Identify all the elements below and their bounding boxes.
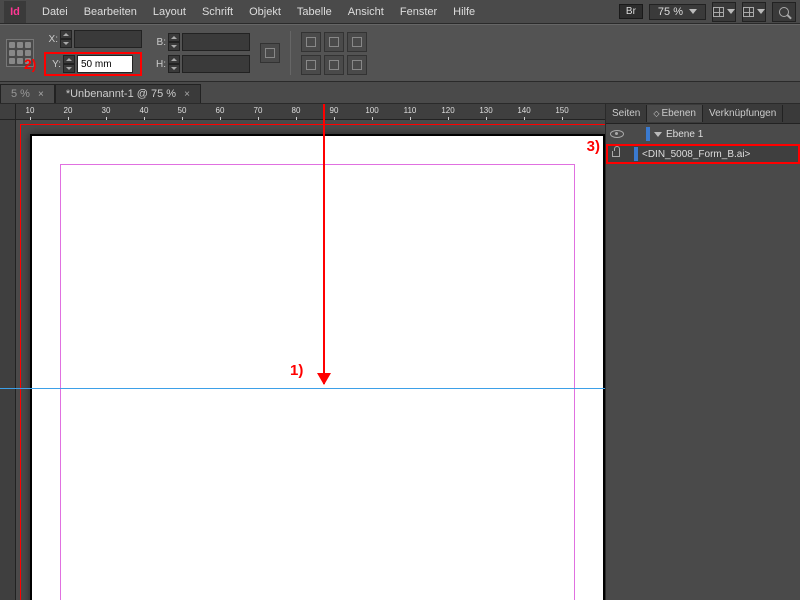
right-panels: Seiten ◇Ebenen Verknüpfungen Ebene 1 <DI… [605,104,800,600]
vertical-ruler[interactable] [0,120,16,600]
menu-hilfe[interactable]: Hilfe [445,6,483,18]
document-tab-bar: 5 % × *Unbenannt-1 @ 75 % × [0,82,800,104]
zoom-value: 75 % [658,6,683,18]
zoom-level[interactable]: 75 % [649,4,706,20]
ruler-tick: 70 [248,106,268,115]
ruler-tick: 60 [210,106,230,115]
grid-icon [743,7,754,17]
menu-objekt[interactable]: Objekt [241,6,289,18]
arrange-button[interactable] [742,2,766,22]
close-icon[interactable]: × [184,89,190,100]
align-icon-3[interactable] [347,32,367,52]
h-input[interactable] [182,55,250,73]
visibility-icon[interactable] [610,130,624,138]
panel-tab-verknuepfungen[interactable]: Verknüpfungen [703,105,783,122]
ruler-tick: 30 [96,106,116,115]
ruler-tick: 20 [58,106,78,115]
panel-tab-ebenen[interactable]: ◇Ebenen [647,105,703,122]
menu-layout[interactable]: Layout [145,6,194,18]
ruler-tick: 130 [476,106,496,115]
screen-mode-button[interactable] [712,2,736,22]
layer-row-child[interactable]: <DIN_5008_Form_B.ai> [606,144,800,164]
app-icon: Id [4,1,26,23]
y-input[interactable] [77,55,133,73]
ruler-origin[interactable] [0,104,16,120]
w-input[interactable] [182,33,250,51]
menu-datei[interactable]: Datei [34,6,76,18]
layer-color-chip [634,147,638,161]
workspace: 10 20 30 40 50 60 70 80 90 100 110 120 1… [0,104,800,600]
canvas-area[interactable]: 10 20 30 40 50 60 70 80 90 100 110 120 1… [0,104,605,600]
annotation-arrow [323,104,325,384]
menu-tabelle[interactable]: Tabelle [289,6,340,18]
disclosure-triangle-icon[interactable] [654,132,662,137]
bridge-button[interactable]: Br [619,4,643,19]
x-spinner[interactable] [60,30,72,48]
layer-color-chip [646,127,650,141]
ruler-tick: 10 [20,106,40,115]
ruler-tick: 40 [134,106,154,115]
x-label: X: [44,34,58,45]
grid-icon [713,7,724,17]
ruler-tick: 100 [362,106,382,115]
close-icon[interactable]: × [38,89,44,100]
chevron-down-icon [689,9,697,14]
lock-icon[interactable] [612,151,620,157]
annotation-1: 1) [290,362,303,379]
y-label: Y: [47,59,61,70]
search-icon [779,7,789,17]
ruler-tick: 120 [438,106,458,115]
horizontal-guide[interactable] [0,388,605,389]
menu-bearbeiten[interactable]: Bearbeiten [76,6,145,18]
chevron-down-icon [727,9,735,14]
ruler-tick: 50 [172,106,192,115]
y-spinner[interactable] [63,55,75,73]
panel-tab-seiten[interactable]: Seiten [606,105,647,122]
x-input[interactable] [74,30,142,48]
search-button[interactable] [772,2,796,22]
h-label: H: [152,59,166,70]
layer-item-name: <DIN_5008_Form_B.ai> [642,149,750,160]
doc-tab-left[interactable]: 5 % × [0,84,55,103]
annotation-3: 3) [587,138,600,155]
doc-tab-active[interactable]: *Unbenannt-1 @ 75 % × [55,84,201,103]
ruler-tick: 150 [552,106,572,115]
align-icon-6[interactable] [347,55,367,75]
panel-tabs: Seiten ◇Ebenen Verknüpfungen [606,104,800,124]
menu-fenster[interactable]: Fenster [392,6,445,18]
annotation-2: 2) [24,56,36,72]
menu-schrift[interactable]: Schrift [194,6,241,18]
layer-row-parent[interactable]: Ebene 1 [606,124,800,144]
align-icon-2[interactable] [324,32,344,52]
menu-ansicht[interactable]: Ansicht [340,6,392,18]
constrain-icon[interactable] [260,43,280,63]
chevron-down-icon [757,9,765,14]
ruler-tick: 140 [514,106,534,115]
w-spinner[interactable] [168,33,180,51]
ruler-tick: 80 [286,106,306,115]
h-spinner[interactable] [168,55,180,73]
w-label: B: [152,37,166,48]
align-icon-4[interactable] [301,55,321,75]
tab-left-label: 5 % [11,88,30,100]
menu-bar: Id Datei Bearbeiten Layout Schrift Objek… [0,0,800,24]
document-page[interactable] [30,134,605,600]
align-icon-1[interactable] [301,32,321,52]
ruler-tick: 110 [400,106,420,115]
ruler-tick: 90 [324,106,344,115]
tab-active-label: *Unbenannt-1 @ 75 % [66,88,176,100]
layer-name: Ebene 1 [666,129,703,140]
horizontal-ruler[interactable]: 10 20 30 40 50 60 70 80 90 100 110 120 1… [0,104,605,120]
align-icon-5[interactable] [324,55,344,75]
control-bar: X: 2) Y: B: H: [0,24,800,82]
